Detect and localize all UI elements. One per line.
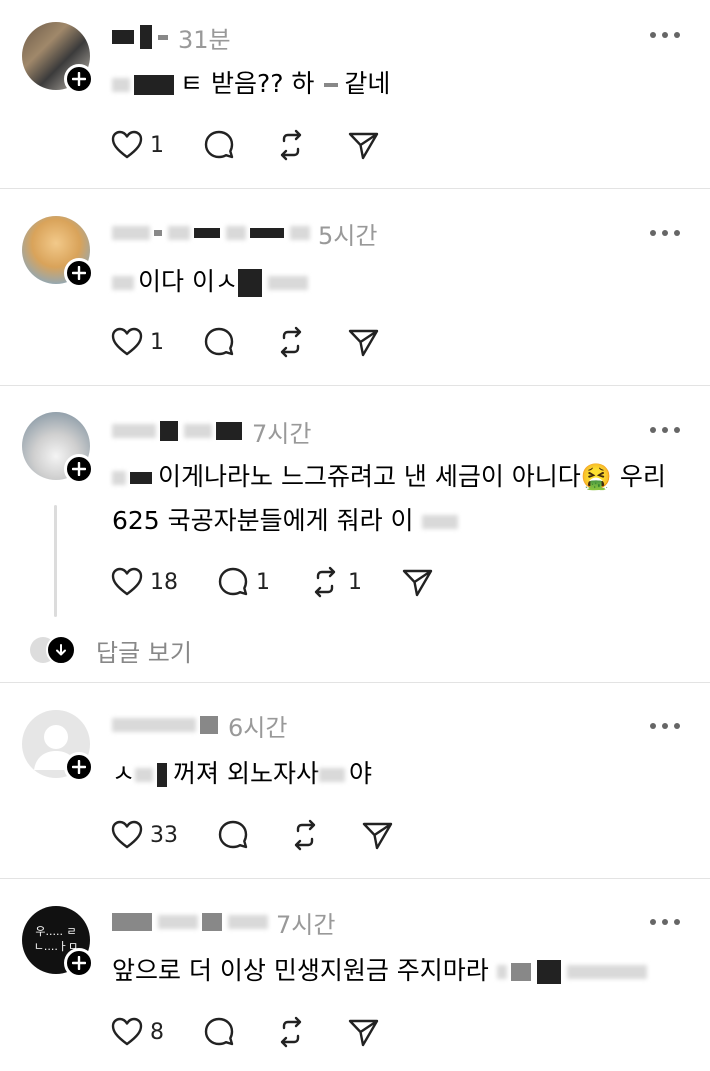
action-bar: 1 xyxy=(110,322,418,362)
divider xyxy=(0,878,710,879)
avatar[interactable] xyxy=(22,412,94,484)
share-button[interactable] xyxy=(346,1015,380,1049)
post-time: 5시간 xyxy=(318,221,378,250)
repost-icon xyxy=(294,819,316,851)
repost-icon xyxy=(314,566,336,598)
post-time: 7시간 xyxy=(252,419,312,448)
more-icon xyxy=(650,919,656,925)
repost-button[interactable]: 1 xyxy=(308,565,362,599)
repost-icon xyxy=(280,129,302,161)
username[interactable]: 6시간 xyxy=(112,708,287,742)
send-icon xyxy=(348,1019,379,1047)
reply-button[interactable] xyxy=(216,818,250,852)
action-bar: 8 xyxy=(110,1012,418,1052)
follow-button[interactable] xyxy=(64,258,94,288)
avatar[interactable]: 우..... ㄹ ㄴ....ㅏㅁ xyxy=(22,906,94,978)
comment-icon xyxy=(204,1017,234,1046)
more-icon xyxy=(650,427,656,433)
reply-button[interactable] xyxy=(202,325,236,359)
like-button[interactable]: 33 xyxy=(110,818,178,852)
username[interactable]: 7시간 xyxy=(112,905,335,939)
more-button[interactable] xyxy=(650,30,680,40)
username[interactable]: 7시간 xyxy=(112,414,311,448)
plus-icon xyxy=(72,462,86,476)
send-icon xyxy=(348,329,379,357)
comment-icon xyxy=(218,567,248,596)
username[interactable]: 5시간 xyxy=(112,216,377,250)
post-time: 6시간 xyxy=(228,713,288,742)
more-icon xyxy=(650,723,656,729)
comment-feed: 31분 ㅌ 받음?? 하 같네 1 5시간 이다 이ㅅ 1 7시간 이게나라노 … xyxy=(0,0,710,1071)
avatar[interactable] xyxy=(22,710,94,782)
reply-button[interactable] xyxy=(202,128,236,162)
comment-icon xyxy=(204,130,234,159)
action-bar: 1 xyxy=(110,125,418,165)
heart-icon xyxy=(111,1017,143,1046)
comment-icon xyxy=(218,820,248,849)
more-icon xyxy=(650,230,656,236)
heart-icon xyxy=(111,327,143,356)
post-time: 31분 xyxy=(178,25,231,54)
repost-button[interactable] xyxy=(274,128,308,162)
avatar[interactable] xyxy=(22,216,94,288)
repost-icon xyxy=(280,326,302,358)
comment-icon xyxy=(204,327,234,356)
follow-button[interactable] xyxy=(64,64,94,94)
comment-text: ㅅ 꺼져 외노자사 야 xyxy=(112,759,372,788)
share-button[interactable] xyxy=(400,565,434,599)
like-button[interactable]: 1 xyxy=(110,325,164,359)
view-replies-button[interactable]: 답글 보기 xyxy=(30,630,192,670)
repost-button[interactable] xyxy=(274,325,308,359)
plus-icon xyxy=(72,72,86,86)
more-button[interactable] xyxy=(650,721,680,731)
heart-icon xyxy=(111,820,143,849)
send-icon xyxy=(348,132,379,160)
send-icon xyxy=(402,569,433,597)
action-bar: 33 xyxy=(110,815,432,855)
more-button[interactable] xyxy=(650,228,680,238)
more-button[interactable] xyxy=(650,917,680,927)
plus-icon xyxy=(72,760,86,774)
heart-icon xyxy=(111,130,143,159)
follow-button[interactable] xyxy=(64,948,94,978)
follow-button[interactable] xyxy=(64,454,94,484)
reply-button[interactable]: 1 xyxy=(216,565,270,599)
divider xyxy=(0,188,710,189)
thread-line xyxy=(54,505,57,617)
divider xyxy=(0,682,710,683)
share-button[interactable] xyxy=(346,325,380,359)
action-bar: 18 1 1 xyxy=(110,562,472,602)
username[interactable]: 31분 xyxy=(112,20,231,54)
send-icon xyxy=(362,822,393,850)
divider xyxy=(0,385,710,386)
heart-icon xyxy=(111,567,143,596)
like-button[interactable]: 1 xyxy=(110,128,164,162)
comment-text: 이게나라노 느그쥬려고 낸 세금이 아니다🤮 우리 625 국공자분들에게 줘라… xyxy=(112,462,666,535)
comment-text: ㅌ 받음?? 하 같네 xyxy=(112,62,686,106)
plus-icon xyxy=(72,266,86,280)
share-button[interactable] xyxy=(360,818,394,852)
more-icon xyxy=(650,32,656,38)
arrow-down-icon xyxy=(46,635,76,665)
like-button[interactable]: 18 xyxy=(110,565,178,599)
repost-button[interactable] xyxy=(274,1015,308,1049)
follow-button[interactable] xyxy=(64,752,94,782)
plus-icon xyxy=(72,956,86,970)
avatar[interactable] xyxy=(22,22,94,94)
repost-icon xyxy=(280,1016,302,1048)
repost-button[interactable] xyxy=(288,818,322,852)
post-time: 7시간 xyxy=(276,910,336,939)
comment-text: 이다 이ㅅ xyxy=(112,260,686,304)
comment-text: 앞으로 더 이상 민생지원금 주지마라 xyxy=(112,949,686,993)
reply-button[interactable] xyxy=(202,1015,236,1049)
share-button[interactable] xyxy=(346,128,380,162)
like-button[interactable]: 8 xyxy=(110,1015,164,1049)
more-button[interactable] xyxy=(650,425,680,435)
